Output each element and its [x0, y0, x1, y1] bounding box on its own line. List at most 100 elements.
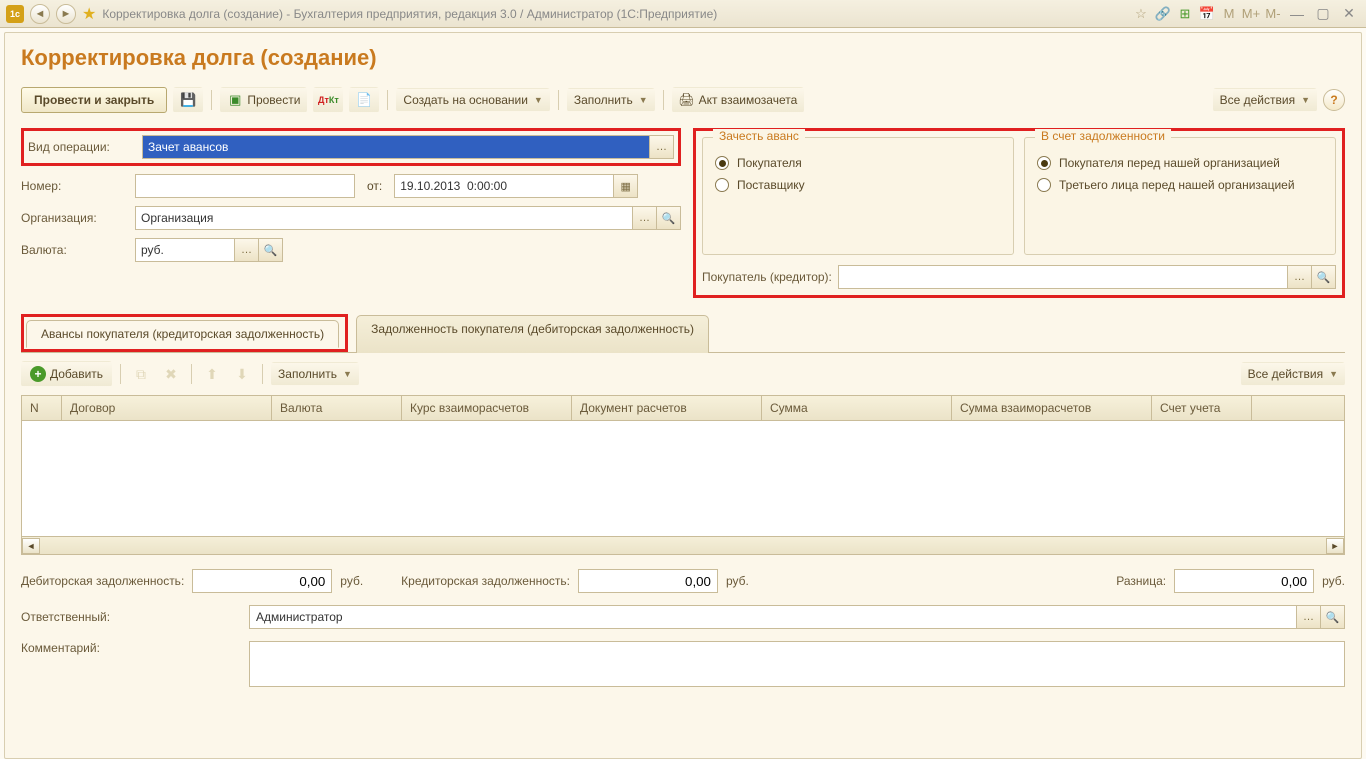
- table-body[interactable]: [22, 421, 1344, 536]
- currency-input[interactable]: [135, 238, 235, 262]
- m-button[interactable]: M: [1220, 5, 1238, 23]
- calendar-icon[interactable]: 📅: [1198, 5, 1216, 23]
- column-header[interactable]: Счет учета: [1152, 396, 1252, 420]
- scroll-left-button[interactable]: ◄: [22, 538, 40, 554]
- column-header[interactable]: Сумма взаиморасчетов: [952, 396, 1152, 420]
- radio-icon: [1037, 156, 1051, 170]
- nav-back-button[interactable]: ◄: [30, 4, 50, 24]
- debt-buyer-radio[interactable]: Покупателя перед нашей организацией: [1037, 156, 1323, 170]
- debt-third-label: Третьего лица перед нашей организацией: [1059, 178, 1295, 192]
- report-button[interactable]: 📄: [349, 87, 379, 113]
- column-header[interactable]: Сумма: [762, 396, 952, 420]
- responsible-select-button[interactable]: …: [1297, 605, 1321, 629]
- column-header[interactable]: Курс взаиморасчетов: [402, 396, 572, 420]
- separator: [387, 90, 388, 110]
- search-icon: 🔍: [1326, 611, 1340, 624]
- m-plus-button[interactable]: M+: [1242, 5, 1260, 23]
- debit-value: [192, 569, 332, 593]
- link-icon[interactable]: 🔗: [1154, 5, 1172, 23]
- titlebar: 1c ◄ ► ★ Корректировка долга (создание) …: [0, 0, 1366, 28]
- close-button[interactable]: ✕: [1338, 5, 1360, 23]
- diff-currency: руб.: [1322, 574, 1345, 588]
- buyer-creditor-search-button[interactable]: 🔍: [1312, 265, 1336, 289]
- organization-input[interactable]: [135, 206, 633, 230]
- organization-search-button[interactable]: 🔍: [657, 206, 681, 230]
- all-actions-label: Все действия: [1220, 93, 1295, 107]
- currency-select-button[interactable]: …: [235, 238, 259, 262]
- table-fill-label: Заполнить: [278, 367, 337, 381]
- responsible-row: Ответственный: … 🔍: [21, 605, 1345, 629]
- radio-icon: [715, 178, 729, 192]
- star-icon[interactable]: ☆: [1132, 5, 1150, 23]
- tab1-highlight: Авансы покупателя (кредиторская задолжен…: [21, 314, 348, 352]
- organization-select-button[interactable]: …: [633, 206, 657, 230]
- save-button[interactable]: 💾: [173, 87, 203, 113]
- table-all-actions-button[interactable]: Все действия▼: [1241, 362, 1345, 386]
- fill-label: Заполнить: [574, 93, 633, 107]
- separator: [262, 364, 263, 384]
- help-button[interactable]: ?: [1323, 89, 1345, 111]
- credit-label: Кредиторская задолженность:: [401, 574, 570, 588]
- favorite-icon[interactable]: ★: [82, 4, 96, 24]
- nav-forward-button[interactable]: ►: [56, 4, 76, 24]
- comment-input[interactable]: [249, 641, 1345, 687]
- calculator-icon[interactable]: ⊞: [1176, 5, 1194, 23]
- copy-row-button: ⧉: [129, 363, 153, 385]
- responsible-input[interactable]: [249, 605, 1297, 629]
- add-label: Добавить: [50, 367, 103, 381]
- responsible-search-button[interactable]: 🔍: [1321, 605, 1345, 629]
- operation-type-select-button[interactable]: …: [650, 135, 674, 159]
- separator: [120, 364, 121, 384]
- table-fill-button[interactable]: Заполнить▼: [271, 362, 359, 386]
- maximize-button[interactable]: ▢: [1312, 5, 1334, 23]
- column-header[interactable]: Валюта: [272, 396, 402, 420]
- table-header: NДоговорВалютаКурс взаиморасчетовДокумен…: [22, 396, 1344, 421]
- minimize-button[interactable]: —: [1286, 5, 1308, 23]
- column-header[interactable]: Документ расчетов: [572, 396, 762, 420]
- post-button[interactable]: ▣Провести: [220, 87, 307, 113]
- buyer-creditor-select-button[interactable]: …: [1288, 265, 1312, 289]
- debit-label: Дебиторская задолженность:: [21, 574, 184, 588]
- post-and-close-button[interactable]: Провести и закрыть: [21, 87, 167, 113]
- left-form-column: Вид операции: … Номер: от: ▦ Организация…: [21, 128, 681, 298]
- tab-debts[interactable]: Задолженность покупателя (дебиторская за…: [356, 315, 709, 353]
- date-picker-button[interactable]: ▦: [614, 174, 638, 198]
- calendar-icon: ▦: [621, 180, 631, 193]
- table-toolbar: + Добавить ⧉ ✖ ⬆ ⬇ Заполнить▼ Все действ…: [21, 353, 1345, 395]
- dtkt-button[interactable]: ДтКт: [313, 87, 343, 113]
- chevron-down-icon: ▼: [1329, 369, 1338, 379]
- column-header[interactable]: N: [22, 396, 62, 420]
- scroll-right-button[interactable]: ►: [1326, 538, 1344, 554]
- content-area: Корректировка долга (создание) Провести …: [4, 32, 1362, 759]
- debt-buyer-label: Покупателя перед нашей организацией: [1059, 156, 1280, 170]
- advance-buyer-label: Покупателя: [737, 156, 802, 170]
- buyer-creditor-input[interactable]: [838, 265, 1288, 289]
- number-input[interactable]: [135, 174, 355, 198]
- fill-button[interactable]: Заполнить ▼: [567, 88, 655, 112]
- advance-supplier-radio[interactable]: Поставщику: [715, 178, 1001, 192]
- tab-advances[interactable]: Авансы покупателя (кредиторская задолжен…: [26, 320, 339, 348]
- credit-currency: руб.: [726, 574, 749, 588]
- all-actions-button[interactable]: Все действия ▼: [1213, 88, 1317, 112]
- separator: [211, 90, 212, 110]
- netting-act-button[interactable]: 🖨Акт взаимозачета: [672, 87, 805, 113]
- debt-legend: В счет задолженности: [1035, 129, 1171, 143]
- tabs-bar: Авансы покупателя (кредиторская задолжен…: [21, 314, 1345, 353]
- m-minus-button[interactable]: M-: [1264, 5, 1282, 23]
- create-based-on-label: Создать на основании: [403, 93, 528, 107]
- document-icon: 📄: [356, 92, 372, 108]
- chevron-down-icon: ▼: [1301, 95, 1310, 105]
- search-icon: 🔍: [264, 244, 278, 257]
- chevron-down-icon: ▼: [639, 95, 648, 105]
- debt-third-radio[interactable]: Третьего лица перед нашей организацией: [1037, 178, 1323, 192]
- horizontal-scrollbar[interactable]: ◄ ►: [22, 536, 1344, 554]
- advance-buyer-radio[interactable]: Покупателя: [715, 156, 1001, 170]
- currency-search-button[interactable]: 🔍: [259, 238, 283, 262]
- post-icon: ▣: [227, 92, 243, 108]
- column-header[interactable]: Договор: [62, 396, 272, 420]
- operation-type-input[interactable]: [142, 135, 650, 159]
- create-based-on-button[interactable]: Создать на основании▼: [396, 88, 549, 112]
- operation-type-label: Вид операции:: [28, 140, 136, 154]
- add-row-button[interactable]: + Добавить: [21, 361, 112, 387]
- date-input[interactable]: [394, 174, 614, 198]
